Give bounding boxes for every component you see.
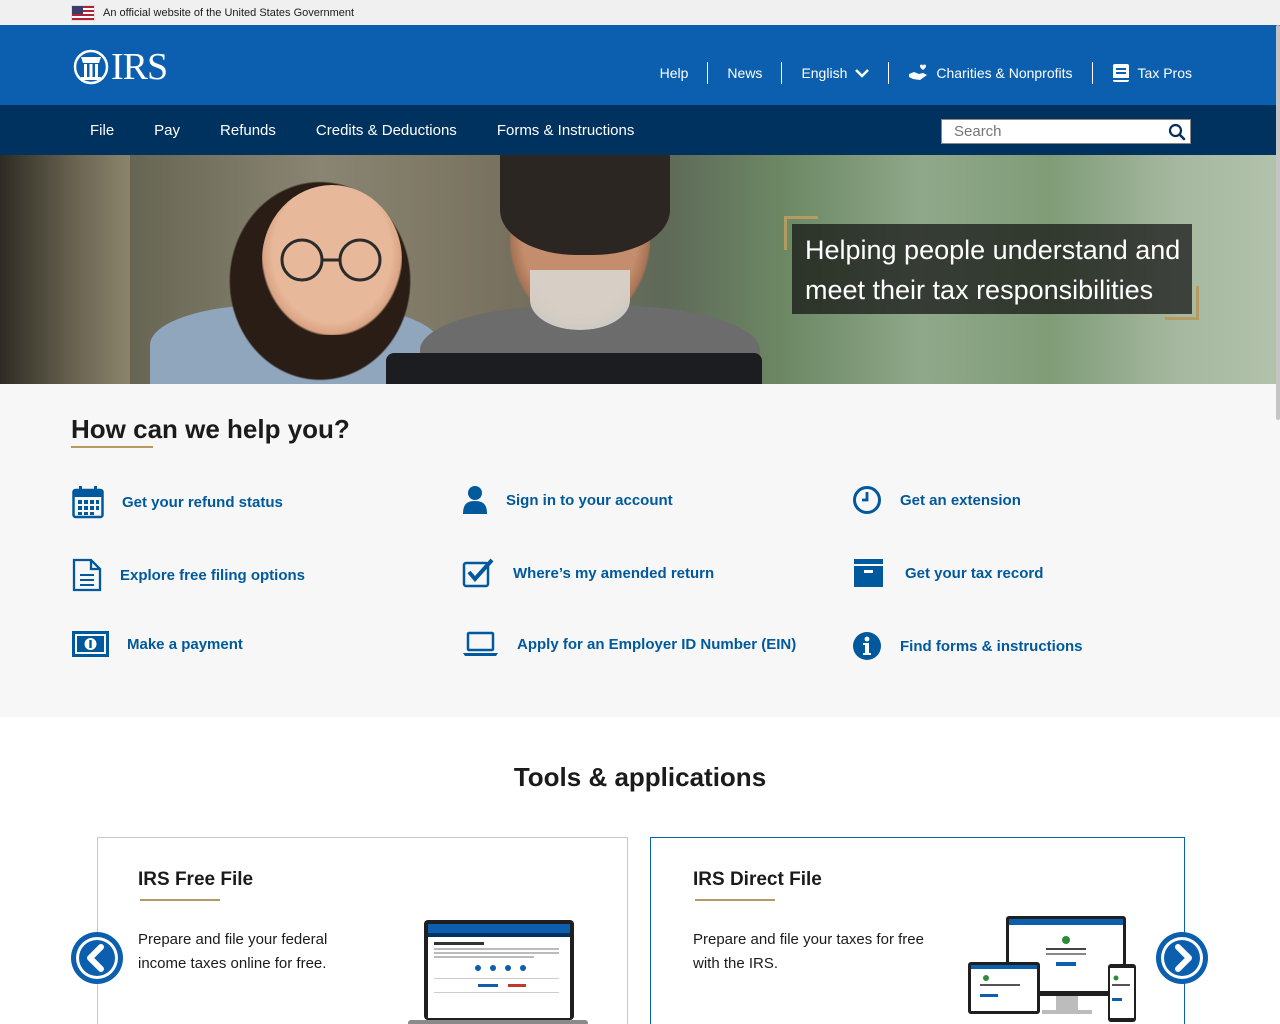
hero-banner: Helping people understand and meet their… [0,155,1280,384]
devices-screenshot-image [968,916,1136,1022]
search-icon[interactable] [1168,123,1186,141]
tools-title: Tools & applications [513,762,767,792]
charities-link-label: Charities & Nonprofits [936,65,1073,81]
hero-tagline-line1: Helping people understand and [805,235,1181,265]
help-link[interactable]: Help [641,62,708,84]
carousel-prev-button[interactable] [71,932,123,984]
tax-pros-link[interactable]: Tax Pros [1093,62,1192,84]
help-link-extension[interactable]: Get an extension [852,485,1021,515]
card-title-underline [695,899,775,901]
page-scrollbar[interactable] [1276,25,1280,420]
logo-text: IRS [111,46,168,88]
main-nav: File Pay Refunds Credits & Deductions Fo… [0,105,1280,155]
help-link-make-payment[interactable]: Make a payment [72,631,243,657]
help-link-label: Explore free filing options [120,566,306,584]
hero-person-man-beard [530,270,630,330]
search-input[interactable] [942,120,1162,143]
help-link-label: Get an extension [900,491,1021,509]
nav-item-refunds[interactable]: Refunds [200,122,296,139]
card-description-line2: income taxes online for free. [138,955,327,972]
news-link[interactable]: News [708,62,781,84]
archive-box-icon [854,559,883,587]
laptop-screenshot-image [408,920,588,1024]
gov-banner: An official website of the United States… [0,0,1280,25]
cash-icon [72,631,109,657]
help-link-label: Get your tax record [905,564,1044,582]
user-icon [463,486,487,514]
language-label: English [801,65,848,81]
nav-item-forms-instructions[interactable]: Forms & Instructions [477,122,655,139]
calendar-icon [72,486,104,519]
card-description-line1: Prepare and file your taxes for free [693,931,924,948]
hero-tagline: Helping people understand and meet their… [792,224,1192,314]
site-header: IRS Help News English Charities & Nonpro… [0,25,1280,105]
card-irs-free-file[interactable]: IRS Free File Prepare and file your fede… [97,837,628,1024]
help-link-sign-in[interactable]: Sign in to your account [462,485,673,515]
help-title: How can we help you? [71,414,350,444]
hero-bg-window [0,155,130,384]
book-icon [1112,64,1129,82]
help-link-label: Get your refund status [122,493,283,511]
help-link-label: Find forms & instructions [900,637,1083,655]
info-icon [853,632,881,660]
help-link-refund-status[interactable]: Get your refund status [72,485,283,519]
hero-tagline-line2: meet their tax responsibilities [805,275,1154,305]
laptop-icon [463,631,498,656]
utility-nav: Help News English Charities & Nonprofits [641,62,1192,84]
card-description: Prepare and file your federal income tax… [138,928,327,976]
chevron-left-icon [76,937,118,979]
help-link-label: Where’s my amended return [513,564,715,582]
tools-section: Tools & applications IRS Free File Prepa… [0,717,1280,1024]
help-link-label: Make a payment [127,635,243,653]
glasses-shape [280,238,382,282]
help-link-label: Apply for an Employer ID Number (EIN) [517,635,797,653]
help-section: How can we help you? Get your refund sta… [0,384,1280,717]
nav-item-file[interactable]: File [70,122,134,139]
card-description-line1: Prepare and file your federal [138,931,328,948]
nav-item-pay[interactable]: Pay [134,122,200,139]
card-description: Prepare and file your taxes for free wit… [693,928,924,976]
card-description-line2: with the IRS. [693,955,779,972]
help-link-label: Sign in to your account [506,491,673,509]
gov-banner-text: An official website of the United States… [103,6,355,19]
language-selector[interactable]: English [782,62,888,84]
hero-laptop [386,353,762,384]
card-title: IRS Free File [138,869,254,890]
document-icon [72,558,102,592]
nav-item-credits-deductions[interactable]: Credits & Deductions [296,122,477,139]
help-link-tax-record[interactable]: Get your tax record [852,558,1043,588]
checkbox-icon [462,558,494,588]
hero-person-man-hair [500,155,670,255]
help-link-ein[interactable]: Apply for an Employer ID Number (EIN) [462,631,796,657]
help-title-underline [71,446,153,448]
tagline-bracket-bottom-right [1165,286,1199,320]
help-link-amended-return[interactable]: Where’s my amended return [462,558,714,588]
carousel-next-button[interactable] [1156,932,1208,984]
help-link-forms[interactable]: Find forms & instructions [852,631,1083,661]
clock-icon [853,486,881,514]
irs-seal-icon [73,49,109,85]
search-box [941,119,1191,144]
hand-heart-icon [909,64,928,80]
help-link-label: Help [659,65,689,81]
charities-link[interactable]: Charities & Nonprofits [889,62,1091,84]
us-flag-icon [71,4,95,21]
card-title-underline [140,899,220,901]
chevron-right-icon [1161,937,1203,979]
card-irs-direct-file[interactable]: IRS Direct File Prepare and file your ta… [650,837,1185,1024]
tax-pros-link-label: Tax Pros [1137,65,1192,81]
news-link-label: News [727,65,763,81]
help-link-free-filing[interactable]: Explore free filing options [72,558,305,592]
chevron-down-icon [855,69,870,78]
irs-logo[interactable]: IRS [71,46,168,88]
card-title: IRS Direct File [693,869,822,890]
